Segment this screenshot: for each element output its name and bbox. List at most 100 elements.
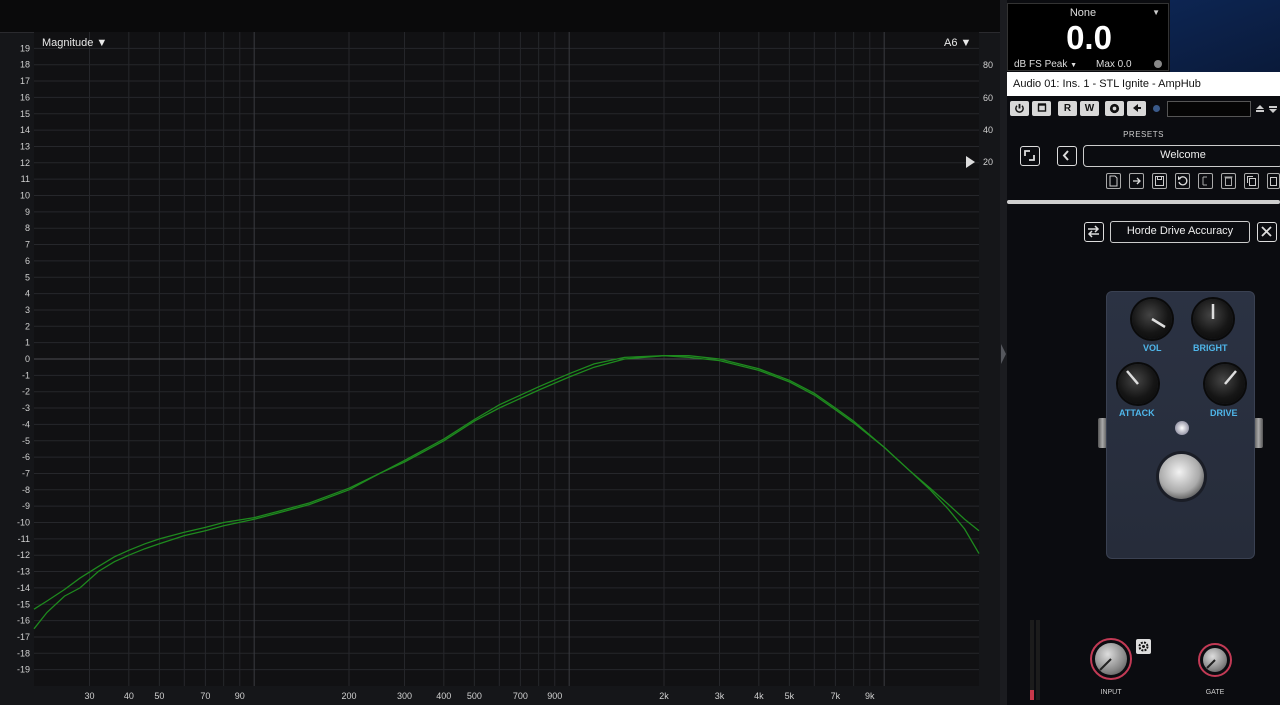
x-tick-label: 70 <box>200 691 210 701</box>
bright-label: BRIGHT <box>1193 343 1228 353</box>
bypass-button[interactable] <box>1032 101 1051 116</box>
knob-indicator-icon <box>1151 317 1166 329</box>
y-tick-label: 9 <box>25 207 30 217</box>
side-chain-button[interactable] <box>1127 101 1146 116</box>
gear-icon <box>1138 641 1149 652</box>
ab-icon <box>1109 103 1120 114</box>
revert-preset-button[interactable] <box>1175 173 1190 189</box>
bypass-icon <box>1037 103 1046 112</box>
vol-knob[interactable] <box>1132 299 1172 339</box>
section-separator <box>1007 200 1280 204</box>
y-tick-label: -2 <box>22 387 30 397</box>
magnitude-dropdown[interactable]: Magnitude ▼ <box>42 37 107 49</box>
gate-knob[interactable] <box>1198 643 1232 677</box>
y-tick-label: -5 <box>22 436 30 446</box>
paste-preset-button[interactable] <box>1267 173 1280 189</box>
y-tick-label: 16 <box>20 92 30 102</box>
spectrum-analyzer: 19 18 17 16 15 14 13 12 11 10 9 8 7 6 5 4 3 2 1 0 -1 -2 -3 -4 -5… <box>0 0 1000 705</box>
y-tick-label: 10 <box>20 191 30 201</box>
delete-preset-button[interactable] <box>1221 173 1236 189</box>
arrow-up-icon <box>1256 105 1264 112</box>
copy-preset-button[interactable] <box>1244 173 1259 189</box>
preset-field[interactable] <box>1167 101 1251 117</box>
back-button[interactable] <box>1057 146 1077 166</box>
y-tick-label: -16 <box>17 616 30 626</box>
pedal-name-field[interactable]: Horde Drive Accuracy <box>1110 221 1250 243</box>
clip-led[interactable] <box>1154 60 1162 68</box>
x-tick-label: 700 <box>513 691 528 701</box>
swap-pedal-button[interactable] <box>1084 222 1104 242</box>
read-automation-button[interactable]: R <box>1058 101 1077 116</box>
right-scale-label: 80 <box>983 60 993 70</box>
x-tick-label: 2k <box>659 691 669 701</box>
preset-down-button[interactable] <box>1268 102 1278 114</box>
y-tick-label: -8 <box>22 485 30 495</box>
collapse-arrow-icon[interactable] <box>1001 344 1006 364</box>
undo-icon <box>1178 176 1188 186</box>
meter-max: Max 0.0 <box>1096 59 1132 70</box>
y-tick-label: -19 <box>17 665 30 675</box>
power-button[interactable] <box>1010 101 1029 116</box>
y-tick-label: 4 <box>25 289 30 299</box>
gate-label: GATE <box>1205 689 1225 696</box>
bright-knob[interactable] <box>1193 299 1233 339</box>
y-tick-label: 1 <box>25 338 30 348</box>
arrow-down-icon <box>1269 106 1277 113</box>
level-meter: None ▼ 0.0 dB FS Peak ▼ Max 0.0 <box>1007 3 1169 71</box>
import-preset-button[interactable] <box>1129 173 1144 189</box>
right-scale-labels: 80 60 40 20 <box>983 60 993 167</box>
y-tick-label: -11 <box>18 534 30 544</box>
y-tick-label: 6 <box>25 256 30 266</box>
x-tick-label: 400 <box>436 691 451 701</box>
insert-toolbar: R W <box>1007 98 1280 120</box>
chevron-down-icon[interactable]: ▼ <box>1152 8 1160 17</box>
y-tick-label: -6 <box>22 452 30 462</box>
y-tick-label: 5 <box>25 272 30 282</box>
rename-preset-button[interactable] <box>1198 173 1213 189</box>
import-icon <box>1133 177 1141 185</box>
close-icon <box>1261 226 1272 237</box>
expand-button[interactable] <box>1020 146 1040 166</box>
meter-unit-dropdown[interactable]: dB FS Peak ▼ <box>1014 59 1077 70</box>
chevron-left-icon <box>1062 150 1069 161</box>
x-tick-label: 7k <box>831 691 841 701</box>
knob-indicator-icon <box>1099 658 1112 671</box>
x-tick-label: 40 <box>124 691 134 701</box>
y-tick-label: 0 <box>25 354 30 364</box>
vol-label: VOL <box>1143 343 1162 353</box>
input-settings-button[interactable] <box>1136 639 1151 654</box>
y-tick-label: -1 <box>22 370 30 380</box>
x-tick-label: 4k <box>754 691 764 701</box>
preset-up-button[interactable] <box>1255 102 1265 114</box>
attack-knob[interactable] <box>1118 364 1158 404</box>
save-preset-button[interactable] <box>1152 173 1167 189</box>
x-tick-label: 90 <box>235 691 245 701</box>
y-tick-label: 3 <box>25 305 30 315</box>
meter-source-dropdown[interactable]: None <box>1008 7 1158 19</box>
y-tick-label: 17 <box>20 76 30 86</box>
swap-icon <box>1087 225 1100 238</box>
drive-knob[interactable] <box>1205 364 1245 404</box>
footswitch-button[interactable] <box>1159 454 1204 499</box>
right-scale-label: 40 <box>983 125 993 135</box>
close-pedal-button[interactable] <box>1257 222 1277 242</box>
arrow-left-icon <box>1132 104 1141 112</box>
y-tick-label: -9 <box>22 501 30 511</box>
drive-label: DRIVE <box>1210 408 1238 418</box>
y-tick-label: 7 <box>25 240 30 250</box>
expand-icon <box>1024 150 1035 161</box>
knob-indicator-icon <box>1224 370 1237 385</box>
input-label: INPUT <box>1100 689 1122 696</box>
write-automation-button[interactable]: W <box>1080 101 1099 116</box>
new-preset-button[interactable] <box>1106 173 1121 189</box>
input-knob[interactable] <box>1090 638 1132 680</box>
compare-button[interactable] <box>1105 101 1124 116</box>
x-tick-label: 9k <box>865 691 875 701</box>
y-tick-label: 15 <box>20 109 30 119</box>
x-tick-label: 300 <box>397 691 412 701</box>
y-tick-label: -4 <box>22 419 30 429</box>
note-dropdown[interactable]: A6 ▼ <box>944 37 971 49</box>
status-led <box>1175 421 1189 435</box>
preset-name-field[interactable]: Welcome <box>1083 145 1280 167</box>
y-tick-label: 11 <box>21 174 30 184</box>
